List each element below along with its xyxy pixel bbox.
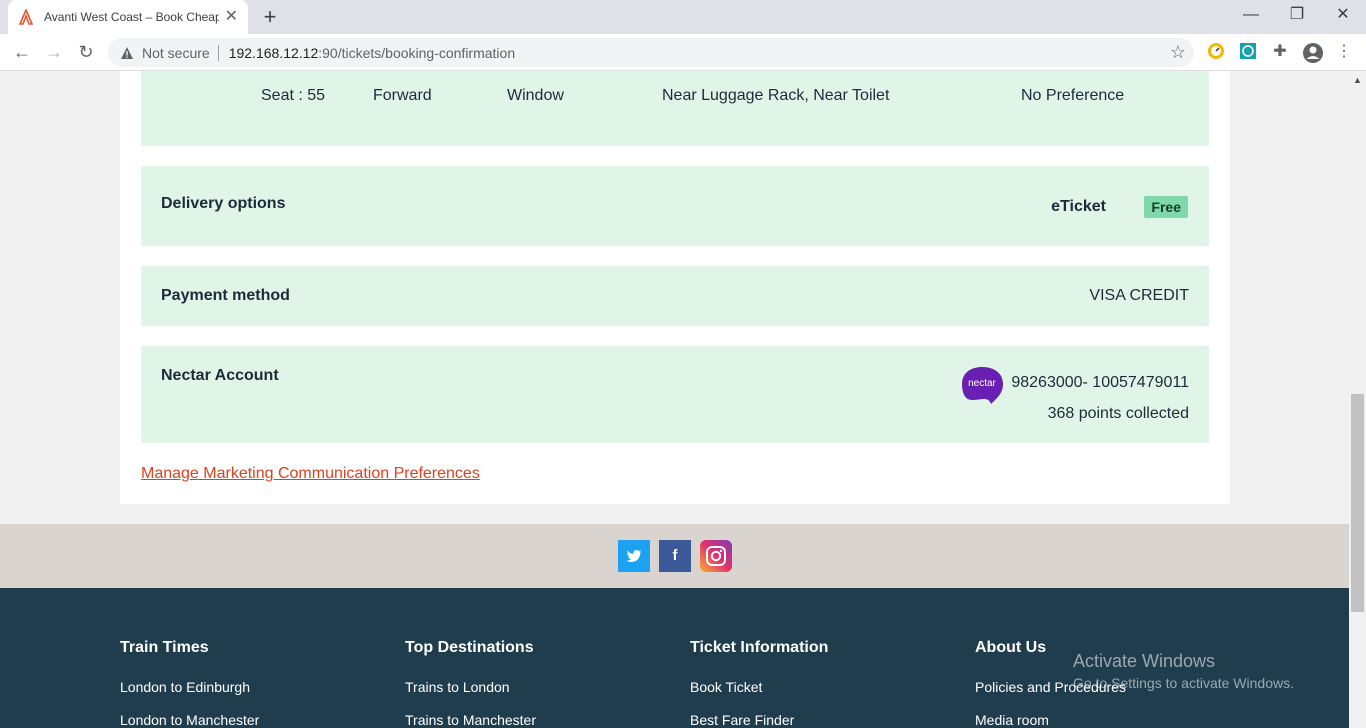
not-secure-label[interactable]: Not secure: [142, 45, 210, 61]
twitter-icon[interactable]: [618, 540, 650, 572]
tab-close-icon[interactable]: ✕: [225, 9, 238, 25]
nectar-logo-text: nectar: [968, 378, 996, 389]
seat-direction: Forward: [373, 87, 432, 104]
url-path: :90/tickets/booking-confirmation: [318, 44, 516, 61]
footer-heading: Ticket Information: [690, 639, 829, 656]
seat-features: Near Luggage Rack, Near Toilet: [662, 87, 890, 104]
seat-preference: No Preference: [1021, 87, 1125, 104]
browser-tab[interactable]: Avanti West Coast – Book Cheap ✕: [8, 0, 248, 34]
footer-heading: Top Destinations: [405, 639, 534, 656]
tab-bar: Avanti West Coast – Book Cheap ✕ + — ❐ ✕: [0, 0, 1366, 34]
booking-confirmation-card: Seat : 55 Forward Window Near Luggage Ra…: [120, 71, 1230, 504]
facebook-icon[interactable]: f: [659, 540, 691, 572]
browser-toolbar: ← → ↻ Not secure 192.168.12.12:90/ticket…: [0, 34, 1366, 71]
footer-link[interactable]: Best Fare Finder: [690, 712, 828, 728]
footer-column-ticket-information: Ticket Information Book Ticket Best Fare…: [690, 639, 828, 728]
seat-position: Window: [507, 87, 564, 104]
manage-marketing-link[interactable]: Manage Marketing Communication Preferenc…: [141, 465, 480, 483]
warning-icon: [120, 46, 134, 60]
minimize-button[interactable]: —: [1228, 0, 1274, 30]
omnibox-divider: [217, 44, 219, 61]
footer-link[interactable]: Book Ticket: [690, 679, 828, 695]
page-viewport: Seat : 55 Forward Window Near Luggage Ra…: [0, 71, 1349, 728]
payment-label: Payment method: [161, 287, 290, 304]
reload-icon[interactable]: ↻: [74, 40, 98, 64]
nectar-logo-icon: nectar: [958, 366, 1003, 404]
footer-heading: Train Times: [120, 639, 209, 656]
avanti-favicon-icon: [18, 7, 34, 25]
delivery-panel: Delivery options eTicket Free: [141, 166, 1209, 246]
footer-link[interactable]: Media room: [975, 712, 1126, 728]
delivery-label: Delivery options: [161, 195, 286, 212]
footer-column-train-times: Train Times London to Edinburgh London t…: [120, 639, 259, 728]
address-bar[interactable]: Not secure 192.168.12.12:90/tickets/book…: [108, 38, 1194, 67]
watermark-subtitle: Go to Settings to activate Windows.: [1073, 675, 1294, 691]
scroll-up-arrow-icon[interactable]: ▲: [1353, 75, 1362, 85]
footer-column-top-destinations: Top Destinations Trains to London Trains…: [405, 639, 536, 728]
seat-number: Seat : 55: [261, 87, 326, 104]
restore-button[interactable]: ❐: [1274, 0, 1320, 30]
menu-kebab-icon[interactable]: ⋮: [1334, 42, 1354, 62]
free-badge: Free: [1144, 196, 1188, 218]
nectar-panel: Nectar Account nectar 98263000- 10057479…: [141, 346, 1209, 443]
extensions-puzzle-icon[interactable]: ✚: [1270, 42, 1290, 62]
nectar-account-number: 98263000- 10057479011: [1011, 374, 1189, 391]
scrollbar-thumb[interactable]: [1351, 394, 1364, 612]
extension-gauge-icon[interactable]: [1206, 42, 1226, 62]
profile-avatar-icon[interactable]: [1302, 42, 1323, 63]
tab-title: Avanti West Coast – Book Cheap: [44, 10, 219, 24]
seat-panel: Seat : 55 Forward Window Near Luggage Ra…: [141, 71, 1209, 146]
extension-square-icon[interactable]: [1238, 42, 1258, 62]
nectar-points: 368 points collected: [1047, 405, 1189, 422]
delivery-value: eTicket: [1051, 198, 1106, 215]
new-tab-button[interactable]: +: [258, 5, 282, 29]
instagram-icon[interactable]: [700, 540, 732, 572]
social-band: f: [0, 524, 1349, 588]
payment-panel: Payment method VISA CREDIT: [141, 266, 1209, 326]
footer-link[interactable]: London to Edinburgh: [120, 679, 259, 695]
back-arrow-icon[interactable]: ←: [10, 40, 34, 64]
forward-arrow-icon[interactable]: →: [42, 40, 66, 64]
close-window-button[interactable]: ✕: [1320, 0, 1366, 30]
footer-link[interactable]: London to Manchester: [120, 712, 259, 728]
vertical-scrollbar[interactable]: ▲: [1349, 71, 1366, 728]
url-host: 192.168.12.12: [228, 44, 319, 61]
footer-link[interactable]: Trains to Manchester: [405, 712, 536, 728]
footer-link[interactable]: Trains to London: [405, 679, 536, 695]
payment-value: VISA CREDIT: [1089, 287, 1189, 304]
watermark-title: Activate Windows: [1073, 651, 1216, 671]
nectar-label: Nectar Account: [161, 367, 279, 384]
activate-windows-watermark: Activate Windows Go to Settings to activ…: [1073, 651, 1294, 691]
bookmark-star-icon[interactable]: ☆: [1170, 42, 1186, 63]
